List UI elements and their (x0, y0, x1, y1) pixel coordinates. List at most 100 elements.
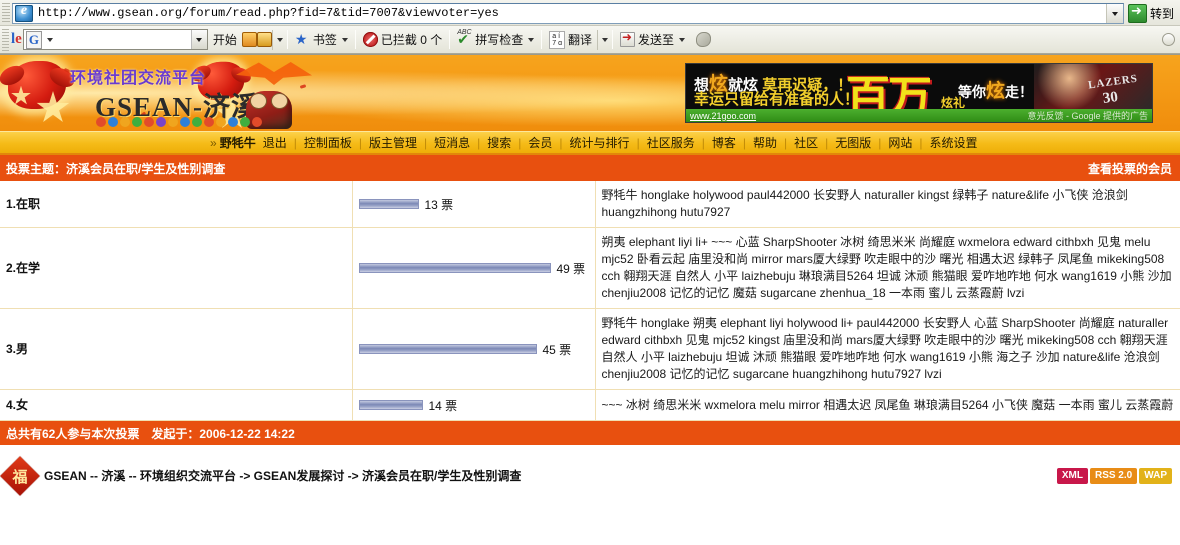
internet-explorer-icon (15, 3, 33, 22)
nav-divider: | (636, 135, 640, 150)
nav-item-messages[interactable]: 短消息 (432, 134, 472, 151)
poll-vote-bar (358, 344, 537, 354)
toolbar-item-translate[interactable]: a í7 ɑ 翻译 (544, 28, 597, 52)
nav-item-search[interactable]: 搜索 (485, 134, 513, 151)
start-label: 开始 (212, 33, 237, 47)
chevron-down-icon[interactable] (46, 37, 53, 42)
table-row: 4.女 14 票 ~~~ 冰树 绮思米米 wxmelora melu mirro… (0, 389, 1180, 421)
poll-bar-cell: 49 票 (352, 227, 596, 309)
toolbar-item-start[interactable]: 开始 (208, 28, 242, 52)
nav-current-user[interactable]: 野牦牛 (220, 134, 256, 151)
toolbar-item-popup-blocker[interactable]: 已拦截 0 个 (358, 28, 447, 52)
nav-item-website[interactable]: 网站 (886, 134, 914, 151)
poll-option-label: 2.在学 (6, 261, 41, 275)
site-banner[interactable]: 环境社团交流平台 GSEAN-济溪 (0, 55, 685, 131)
google-toolbar: le G 开始 ★ 书签 已拦截 0 个 ABC ✔ 拼写检查 a í 7 ɑ … (0, 26, 1180, 54)
poll-option-cell: 1.在职 (0, 181, 353, 228)
nav-item-logout[interactable]: 退出 (261, 134, 289, 151)
nav-divider: | (825, 135, 829, 150)
nav-item-stats[interactable]: 统计与排行 (568, 134, 632, 151)
toolbar-options-icon[interactable] (1162, 33, 1175, 46)
view-voters-link[interactable]: 查看投票的会员 (1088, 160, 1172, 177)
xml-badge[interactable]: XML (1056, 467, 1088, 484)
toolbar-item-spellcheck[interactable]: ABC ✔ 拼写检查 (452, 28, 539, 52)
poll-option-label: 3.男 (6, 342, 29, 356)
chevron-down-icon[interactable] (679, 37, 685, 42)
page-content: 环境社团交流平台 GSEAN-济溪 想炫就炫 莫再迟疑，！ 幸运只留给有准备的人… (0, 55, 1180, 505)
nav-item-settings[interactable]: 系统设置 (928, 134, 980, 151)
chevron-right-icon: » (210, 135, 217, 150)
google-search-box[interactable]: G (22, 29, 208, 50)
go-button[interactable]: 转到 (1126, 2, 1178, 24)
nav-item-textonly[interactable]: 无图版 (833, 134, 873, 151)
highlight-icon[interactable] (696, 32, 711, 47)
poll-option-label: 1.在职 (6, 197, 41, 211)
poll-start-date: 发起于：2006-12-22 14:22 (151, 426, 295, 441)
google-toolbar-grip-handle[interactable] (2, 28, 9, 51)
address-bar[interactable]: http://www.gsean.org/forum/read.php?fid=… (12, 2, 1124, 24)
go-button-label: 转到 (1149, 6, 1174, 21)
send-to-icon (619, 30, 635, 47)
toolbar-item-send-to[interactable]: 发送至 (615, 28, 690, 52)
poll-voter-list: 野牦牛 honglake holywood paul442000 长安野人 na… (601, 188, 1128, 219)
poll-voters-cell: 朔夷 elephant liyi li+ ~~~ 心蓝 SharpShooter… (595, 227, 1180, 309)
translate-dropdown-button[interactable] (596, 29, 610, 50)
chevron-down-icon[interactable] (341, 37, 348, 42)
table-row: 2.在学 49 票 朔夷 elephant liyi li+ ~~~ 心蓝 Sh… (0, 227, 1180, 309)
google-search-dropdown-button[interactable] (190, 30, 207, 49)
nav-item-members[interactable]: 会员 (526, 134, 554, 151)
nav-item-blog[interactable]: 博客 (710, 134, 738, 151)
nav-divider: | (518, 135, 522, 150)
nav-divider: | (742, 135, 746, 150)
poll-voters-cell: ~~~ 冰树 绮思米米 wxmelora melu mirror 相遇太迟 凤尾… (595, 389, 1180, 421)
spellcheck-icon: ABC ✔ (457, 29, 472, 47)
toolbar-item-bookmarks[interactable]: ★ 书签 (290, 28, 353, 52)
poll-vote-count: 14 票 (428, 398, 458, 413)
translate-icon: a í7 ɑ (549, 30, 565, 49)
google-g-icon: G (25, 30, 42, 49)
ad-content[interactable]: 想炫就炫 莫再迟疑，！ 幸运只留给有准备的人！ 百万 等你炫走！ 炫礼 LAZE… (685, 63, 1153, 123)
toolbar-grip-handle[interactable] (2, 3, 10, 23)
nav-divider: | (878, 135, 882, 150)
nav-item-community-service[interactable]: 社区服务 (645, 134, 697, 151)
toolbar-separator (354, 30, 356, 49)
nav-item-help[interactable]: 帮助 (751, 134, 779, 151)
fu-charm-icon: 福 (0, 455, 40, 496)
nav-item-control-panel[interactable]: 控制面板 (302, 134, 354, 151)
table-row: 1.在职 13 票 野牦牛 honglake holywood paul4420… (0, 181, 1180, 228)
poll-results-table: 1.在职 13 票 野牦牛 honglake holywood paul4420… (0, 181, 1180, 421)
site-header: 环境社团交流平台 GSEAN-济溪 想炫就炫 莫再迟疑，！ 幸运只留给有准备的人… (0, 55, 1180, 131)
ad-attribution-text[interactable]: 意光反馈 - Google 提供的广告 (1027, 109, 1148, 122)
rss-badge[interactable]: RSS 2.0 (1089, 467, 1138, 484)
toolbar-separator (286, 30, 288, 49)
poll-vote-bar (358, 400, 423, 410)
poll-vote-count: 13 票 (424, 197, 454, 212)
chevron-down-icon[interactable] (528, 37, 535, 42)
address-history-dropdown-button[interactable] (1105, 3, 1123, 23)
table-row: 3.男 45 票 野牦牛 honglake 朔夷 elephant liyi h… (0, 308, 1180, 390)
ad-url-link[interactable]: www.21goo.com (690, 111, 756, 121)
address-url-text[interactable]: http://www.gsean.org/forum/read.php?fid=… (36, 6, 1106, 20)
poll-voter-list: 朔夷 elephant liyi li+ ~~~ 心蓝 SharpShooter… (601, 235, 1172, 300)
nav-item-moderator[interactable]: 版主管理 (367, 134, 419, 151)
bookmarks-label: 书签 (312, 33, 337, 47)
browser-chrome: http://www.gsean.org/forum/read.php?fid=… (0, 0, 1180, 55)
nav-item-community[interactable]: 社区 (792, 134, 820, 151)
poll-total-votes: 总共有62人参与本次投票 (6, 426, 140, 441)
nav-divider: | (701, 135, 705, 150)
ad-line-2: 幸运只留给有准备的人！ (694, 91, 860, 108)
popup-blocker-icon (362, 32, 378, 47)
breadcrumb[interactable]: GSEAN -- 济溪 -- 环境组织交流平台 -> GSEAN发展探讨 -> … (44, 467, 1057, 484)
start-dropdown-button[interactable] (271, 29, 285, 50)
confetti-decoration (299, 84, 307, 89)
wap-badge[interactable]: WAP (1139, 467, 1172, 484)
google-logo: le (11, 31, 22, 47)
poll-footer: 总共有62人参与本次投票 发起于：2006-12-22 14:22 (0, 421, 1180, 445)
nav-divider: | (477, 135, 481, 150)
photo-icon[interactable] (256, 32, 272, 47)
ad-hot-word: 炫 (986, 81, 1006, 102)
translate-label: 翻译 (567, 33, 592, 47)
advertisement-banner[interactable]: 想炫就炫 莫再迟疑，！ 幸运只留给有准备的人！ 百万 等你炫走！ 炫礼 LAZE… (685, 55, 1180, 131)
start-icon[interactable] (241, 32, 257, 47)
ad-right-line-1: 等你炫走！ (958, 81, 1034, 102)
